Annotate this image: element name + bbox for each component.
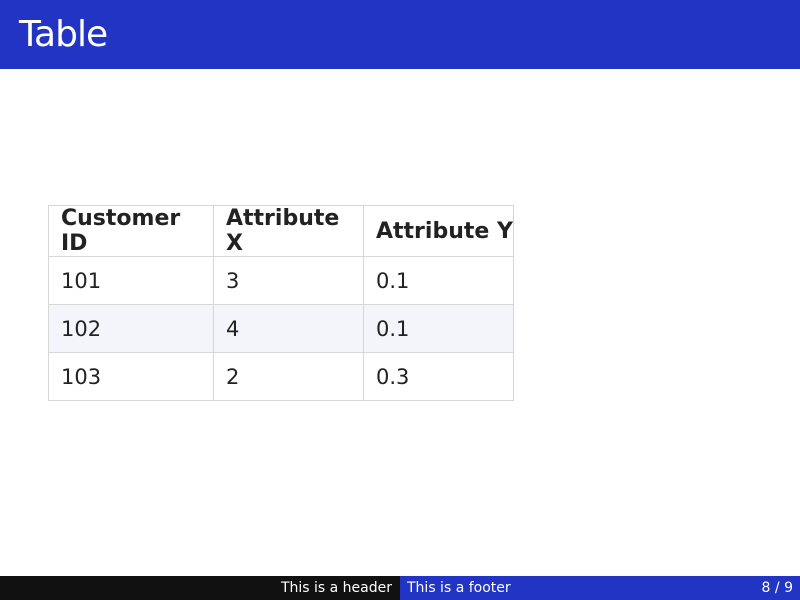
footer-header-section: This is a header bbox=[0, 576, 400, 600]
footer-footer-text: This is a footer bbox=[407, 580, 511, 596]
page-number: 8 / 9 bbox=[762, 576, 793, 600]
table-cell: 0.3 bbox=[363, 352, 514, 401]
table-cell: 103 bbox=[48, 352, 214, 401]
data-table: Customer ID Attribute X Attribute Y 101 … bbox=[48, 205, 514, 401]
page-total: 9 bbox=[784, 580, 793, 596]
table-cell: 4 bbox=[213, 304, 364, 353]
table-row: 103 2 0.3 bbox=[48, 352, 514, 401]
page-separator: / bbox=[774, 580, 780, 596]
footer-header-text: This is a header bbox=[280, 580, 392, 596]
table-cell: 3 bbox=[213, 256, 364, 305]
page-current: 8 bbox=[761, 580, 771, 596]
slide-title: Table bbox=[19, 14, 108, 55]
table-cell: 0.1 bbox=[363, 256, 514, 305]
table-row: 101 3 0.1 bbox=[48, 256, 514, 305]
title-bar: Table bbox=[0, 0, 800, 69]
table-row: 102 4 0.1 bbox=[48, 304, 514, 353]
footer-footer-section: This is a footer 8 / 9 bbox=[400, 576, 800, 600]
column-header-attribute-y: Attribute Y bbox=[363, 205, 514, 257]
table-cell: 0.1 bbox=[363, 304, 514, 353]
column-header-customer-id: Customer ID bbox=[48, 205, 214, 257]
slide: Table Customer ID Attribute X Attribute … bbox=[0, 0, 800, 600]
table-header-row: Customer ID Attribute X Attribute Y bbox=[48, 205, 514, 257]
table-cell: 101 bbox=[48, 256, 214, 305]
table-cell: 2 bbox=[213, 352, 364, 401]
footer-bar: This is a header This is a footer 8 / 9 bbox=[0, 576, 800, 600]
table-cell: 102 bbox=[48, 304, 214, 353]
column-header-attribute-x: Attribute X bbox=[213, 205, 364, 257]
